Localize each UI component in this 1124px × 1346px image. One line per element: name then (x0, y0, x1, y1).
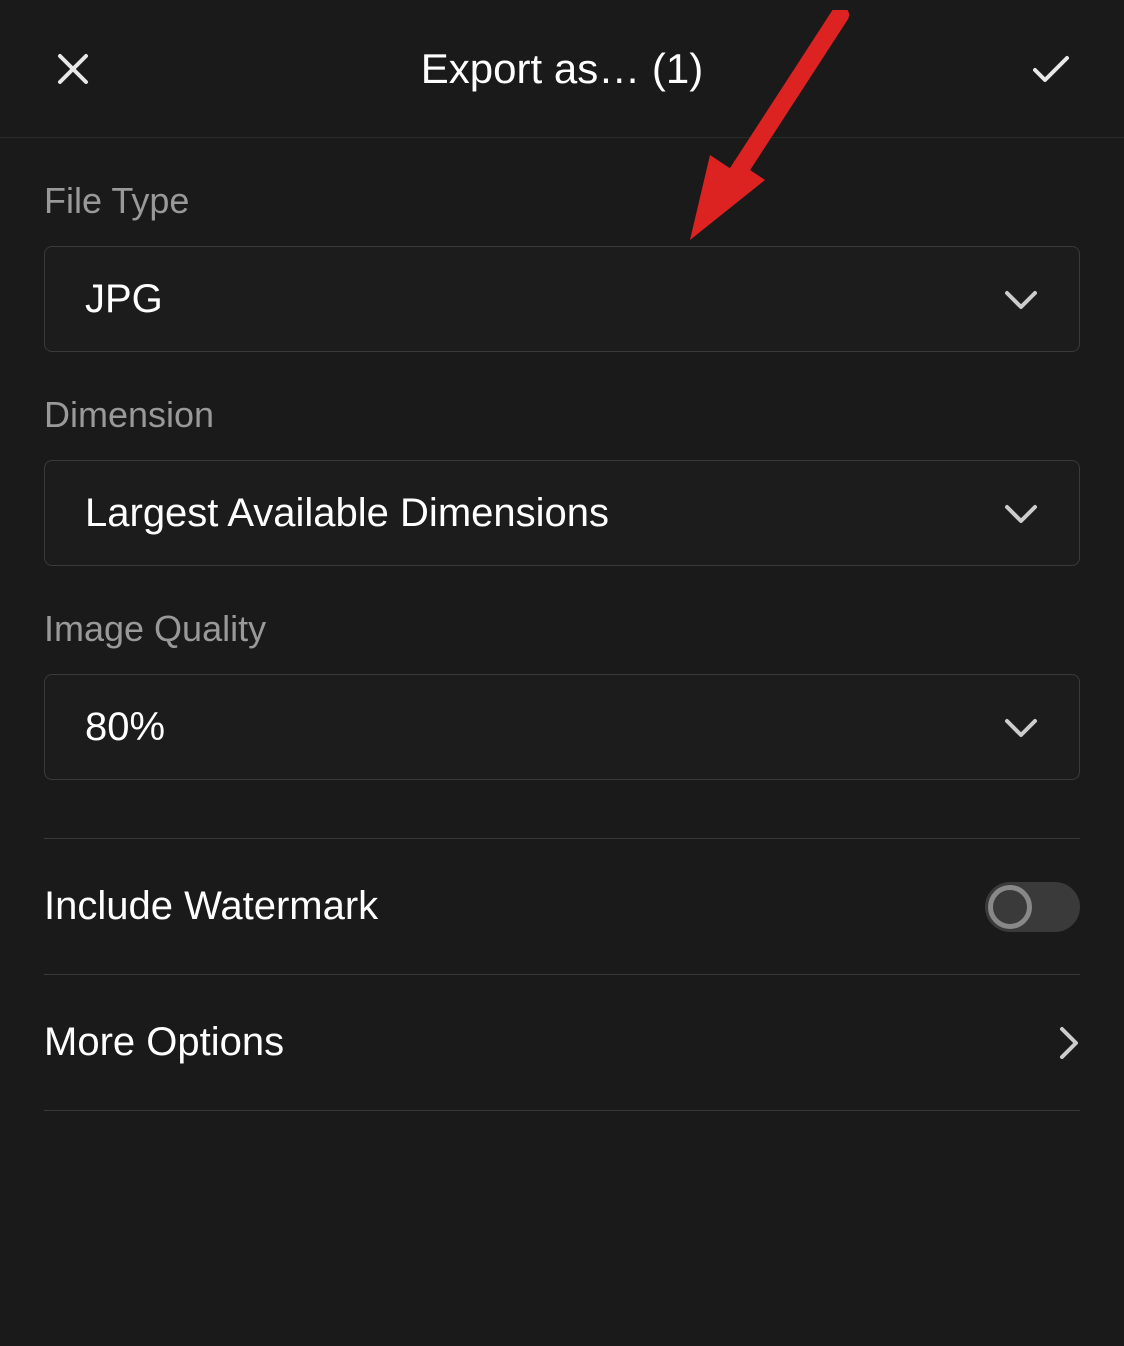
image-quality-label: Image Quality (44, 608, 1080, 650)
watermark-toggle[interactable] (985, 882, 1080, 932)
image-quality-value: 80% (85, 705, 165, 750)
close-button[interactable] (48, 44, 98, 94)
dimension-dropdown[interactable]: Largest Available Dimensions (44, 460, 1080, 566)
checkmark-icon (1029, 47, 1073, 91)
dimension-value: Largest Available Dimensions (85, 491, 609, 536)
close-icon (55, 51, 91, 87)
chevron-right-icon (1056, 1025, 1080, 1061)
file-type-label: File Type (44, 180, 1080, 222)
chevron-down-icon (1003, 501, 1039, 525)
file-type-dropdown[interactable]: JPG (44, 246, 1080, 352)
dimension-group: Dimension Largest Available Dimensions (44, 394, 1080, 566)
page-title: Export as… (1) (421, 45, 703, 93)
image-quality-group: Image Quality 80% (44, 608, 1080, 780)
options-section: Include Watermark More Options (44, 838, 1080, 1111)
more-options-row[interactable]: More Options (44, 975, 1080, 1111)
file-type-value: JPG (85, 277, 163, 322)
chevron-down-icon (1003, 715, 1039, 739)
dimension-label: Dimension (44, 394, 1080, 436)
confirm-button[interactable] (1026, 44, 1076, 94)
chevron-down-icon (1003, 287, 1039, 311)
watermark-label: Include Watermark (44, 884, 378, 929)
file-type-group: File Type JPG (44, 180, 1080, 352)
toggle-knob (988, 885, 1032, 929)
watermark-row: Include Watermark (44, 839, 1080, 975)
image-quality-dropdown[interactable]: 80% (44, 674, 1080, 780)
content-area: File Type JPG Dimension Largest Availabl… (0, 180, 1124, 1111)
header-bar: Export as… (1) (0, 0, 1124, 138)
more-options-label: More Options (44, 1020, 284, 1065)
